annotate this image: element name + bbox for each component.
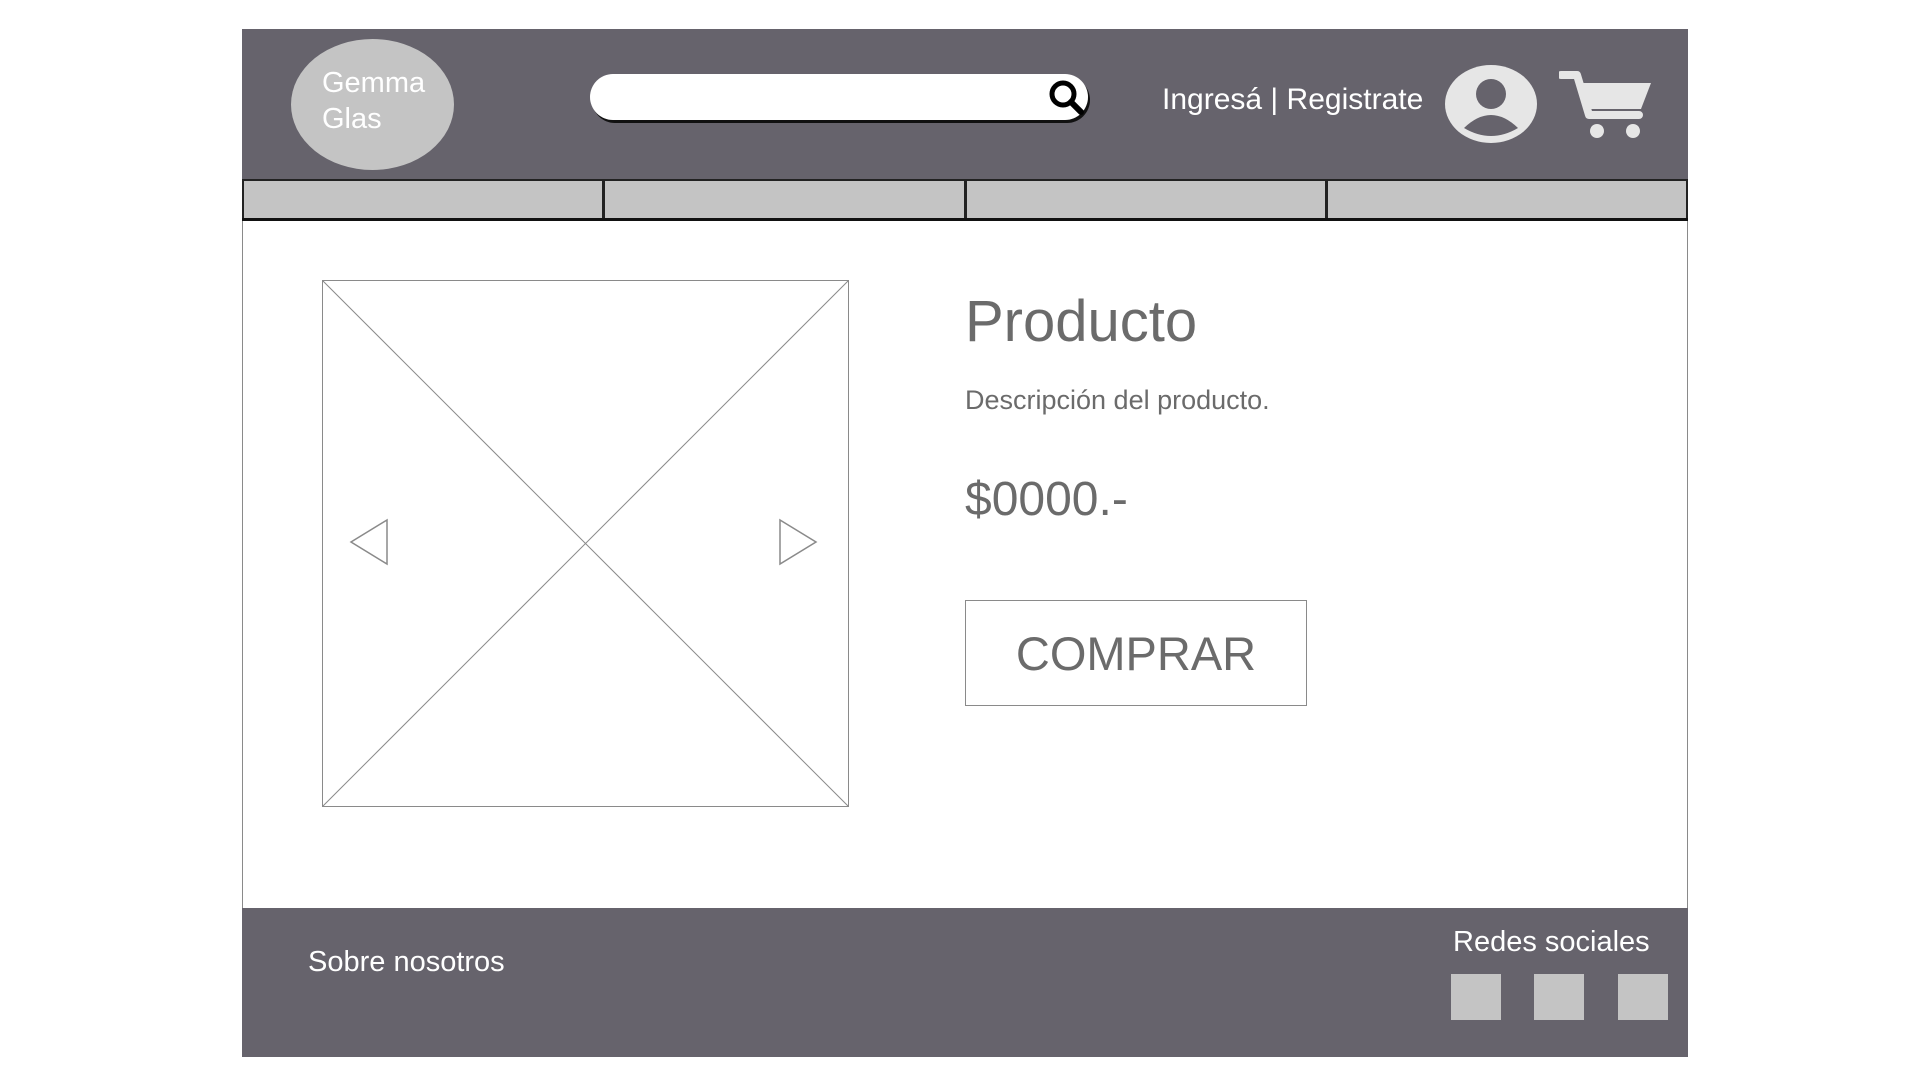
login-link[interactable]: Ingresá bbox=[1162, 83, 1262, 116]
logo[interactable]: Gemma Glas bbox=[291, 39, 454, 170]
header: Gemma Glas Ingresá | Registrate bbox=[242, 29, 1688, 179]
social-icon-1[interactable] bbox=[1451, 974, 1501, 1020]
triangle-left-icon[interactable] bbox=[349, 518, 389, 566]
nav-item-3[interactable] bbox=[964, 181, 1326, 218]
nav-item-2[interactable] bbox=[603, 181, 965, 218]
footer: Sobre nosotros Redes sociales bbox=[242, 908, 1688, 1057]
user-circle-icon[interactable] bbox=[1444, 64, 1538, 144]
image-placeholder-cross bbox=[323, 281, 848, 806]
auth-links: Ingresá | Registrate bbox=[1162, 83, 1423, 117]
product-title: Producto bbox=[965, 289, 1198, 354]
social-title: Redes sociales bbox=[1453, 926, 1650, 958]
nav-item-4[interactable] bbox=[1325, 181, 1688, 218]
register-link[interactable]: Registrate bbox=[1287, 83, 1424, 116]
search-bar[interactable] bbox=[590, 74, 1088, 120]
product-image-placeholder bbox=[322, 280, 849, 807]
nav-item-1[interactable] bbox=[242, 181, 604, 218]
about-link[interactable]: Sobre nosotros bbox=[308, 946, 505, 979]
product-description: Descripción del producto. bbox=[965, 385, 1270, 415]
search-input[interactable] bbox=[608, 82, 1012, 114]
buy-button[interactable]: COMPRAR bbox=[965, 600, 1307, 706]
social-icon-2[interactable] bbox=[1534, 974, 1584, 1020]
logo-line-2: Glas bbox=[322, 103, 382, 135]
social-icon-3[interactable] bbox=[1618, 974, 1668, 1020]
logo-line-1: Gemma bbox=[322, 67, 426, 99]
search-icon[interactable] bbox=[1046, 77, 1086, 117]
nav-bar bbox=[242, 179, 1688, 221]
auth-separator: | bbox=[1262, 83, 1287, 116]
shopping-cart-icon[interactable] bbox=[1559, 69, 1655, 141]
product-price: $0000.- bbox=[965, 473, 1128, 526]
triangle-right-icon[interactable] bbox=[778, 518, 818, 566]
